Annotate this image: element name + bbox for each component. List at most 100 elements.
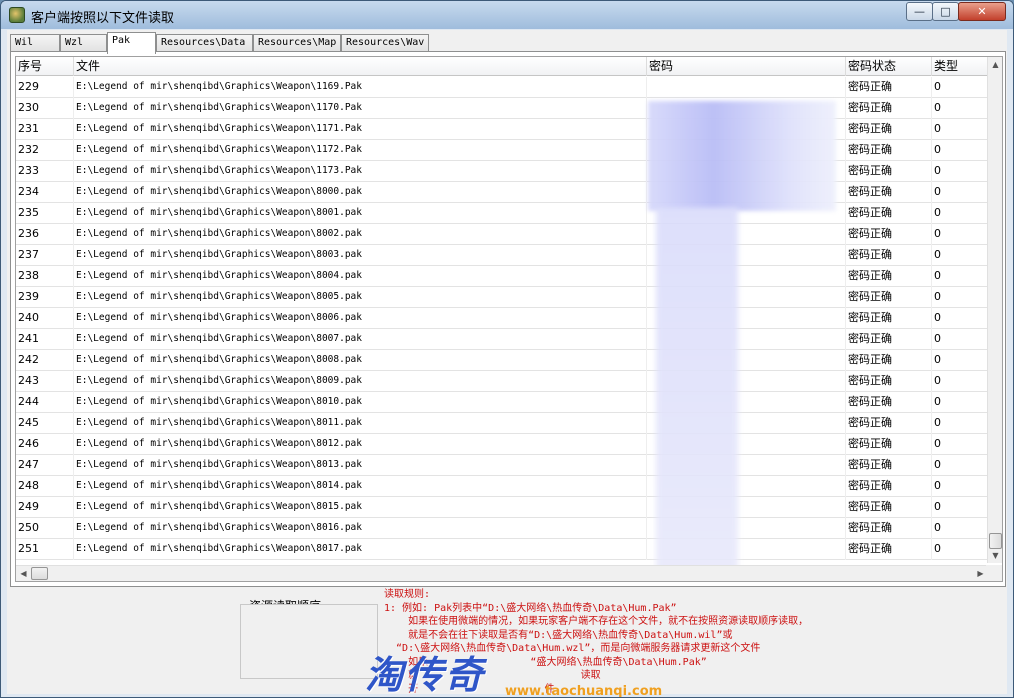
cell-type: 0 [932, 308, 988, 329]
cell-password-status: 密码正确 [846, 434, 932, 455]
column-header-file[interactable]: 文件 [74, 57, 647, 76]
column-header-type[interactable]: 类型 [932, 57, 988, 76]
cell-file: E:\Legend of mir\shenqibd\Graphics\Weapo… [74, 203, 647, 224]
cell-password-status: 密码正确 [846, 371, 932, 392]
cell-password-status: 密码正确 [846, 413, 932, 434]
cell-password-status: 密码正确 [846, 476, 932, 497]
cell-file: E:\Legend of mir\shenqibd\Graphics\Weapo… [74, 350, 647, 371]
table-row[interactable]: 244 E:\Legend of mir\shenqibd\Graphics\We… [16, 392, 988, 413]
table-row[interactable]: 248 E:\Legend of mir\shenqibd\Graphics\We… [16, 476, 988, 497]
cell-password-status: 密码正确 [846, 350, 932, 371]
cell-index: 236 [16, 224, 74, 245]
table-row[interactable]: 233 E:\Legend of mir\shenqibd\Graphics\We… [16, 161, 988, 182]
title-bar[interactable]: 客户端按照以下文件读取 — □ ✕ [1, 1, 1013, 29]
tab-resources-wav[interactable]: Resources\Wav [341, 34, 429, 52]
table-row[interactable]: 232 E:\Legend of mir\shenqibd\Graphics\We… [16, 140, 988, 161]
table-row[interactable]: 242 E:\Legend of mir\shenqibd\Graphics\We… [16, 350, 988, 371]
table-row[interactable]: 250 E:\Legend of mir\shenqibd\Graphics\We… [16, 518, 988, 539]
cell-file: E:\Legend of mir\shenqibd\Graphics\Weapo… [74, 98, 647, 119]
cell-password-status: 密码正确 [846, 308, 932, 329]
resource-order-list[interactable] [240, 604, 378, 679]
tab-wzl[interactable]: Wzl [60, 34, 107, 52]
scroll-down-icon[interactable]: ▼ [988, 548, 1002, 563]
cell-file: E:\Legend of mir\shenqibd\Graphics\Weapo… [74, 497, 647, 518]
tab-wil[interactable]: Wil [10, 34, 60, 52]
table-row[interactable]: 251 E:\Legend of mir\shenqibd\Graphics\We… [16, 539, 988, 560]
close-button[interactable]: ✕ [958, 2, 1006, 21]
cell-file: E:\Legend of mir\shenqibd\Graphics\Weapo… [74, 245, 647, 266]
cell-index: 240 [16, 308, 74, 329]
minimize-button[interactable]: — [906, 2, 933, 21]
table-row[interactable]: 249 E:\Legend of mir\shenqibd\Graphics\We… [16, 497, 988, 518]
column-header-password-status[interactable]: 密码状态 [846, 57, 932, 76]
cell-file: E:\Legend of mir\shenqibd\Graphics\Weapo… [74, 539, 647, 560]
app-icon [9, 7, 25, 23]
tab-pak[interactable]: Pak [107, 32, 156, 54]
cell-file: E:\Legend of mir\shenqibd\Graphics\Weapo… [74, 518, 647, 539]
cell-file: E:\Legend of mir\shenqibd\Graphics\Weapo… [74, 161, 647, 182]
cell-password-status: 密码正确 [846, 455, 932, 476]
watermark-text: 淘传奇 [365, 653, 486, 697]
vertical-scroll-thumb[interactable] [989, 533, 1002, 549]
table-row[interactable]: 241 E:\Legend of mir\shenqibd\Graphics\We… [16, 329, 988, 350]
rule-line: 就是不会在往下读取是否有“D:\盛大网络\热血传奇\Data\Hum.wil”或 [384, 629, 733, 641]
cell-password-status: 密码正确 [846, 203, 932, 224]
column-header-index[interactable]: 序号 [16, 57, 74, 76]
cell-type: 0 [932, 77, 988, 98]
cell-file: E:\Legend of mir\shenqibd\Graphics\Weapo… [74, 476, 647, 497]
table-row[interactable]: 235 E:\Legend of mir\shenqibd\Graphics\We… [16, 203, 988, 224]
client-area: Wil Wzl Pak Resources\Data Resources\Map… [7, 30, 1007, 697]
rule-line: 如果在使用微端的情况，如果玩家客户端不存在这个文件，就不在按照资源读取顺序读取， [384, 616, 809, 627]
tab-resources-map[interactable]: Resources\Map [253, 34, 341, 52]
cell-file: E:\Legend of mir\shenqibd\Graphics\Weapo… [74, 308, 647, 329]
cell-type: 0 [932, 119, 988, 140]
scroll-up-icon[interactable]: ▲ [988, 57, 1002, 72]
table-row[interactable]: 247 E:\Legend of mir\shenqibd\Graphics\We… [16, 455, 988, 476]
cell-type: 0 [932, 203, 988, 224]
cell-type: 0 [932, 392, 988, 413]
cell-index: 231 [16, 119, 74, 140]
table-row[interactable]: 240 E:\Legend of mir\shenqibd\Graphics\We… [16, 308, 988, 329]
cell-index: 232 [16, 140, 74, 161]
table-row[interactable]: 236 E:\Legend of mir\shenqibd\Graphics\We… [16, 224, 988, 245]
horizontal-scrollbar[interactable]: ◀ ▶ [16, 565, 988, 581]
cell-password-status: 密码正确 [846, 518, 932, 539]
cell-file: E:\Legend of mir\shenqibd\Graphics\Weapo… [74, 392, 647, 413]
table-row[interactable]: 237 E:\Legend of mir\shenqibd\Graphics\We… [16, 245, 988, 266]
cell-password-status: 密码正确 [846, 119, 932, 140]
cell-type: 0 [932, 413, 988, 434]
cell-index: 244 [16, 392, 74, 413]
cell-type: 0 [932, 140, 988, 161]
cell-password-status: 密码正确 [846, 77, 932, 98]
table-row[interactable]: 234 E:\Legend of mir\shenqibd\Graphics\We… [16, 182, 988, 203]
table-row[interactable]: 230 E:\Legend of mir\shenqibd\Graphics\We… [16, 98, 988, 119]
grid-header: 序号 文件 密码 密码状态 类型 [16, 57, 988, 76]
maximize-button[interactable]: □ [932, 2, 959, 21]
cell-index: 233 [16, 161, 74, 182]
table-row[interactable]: 229 E:\Legend of mir\shenqibd\Graphics\We… [16, 77, 988, 98]
watermark-url: www.taochuanqi.com [505, 684, 663, 698]
table-row[interactable]: 243 E:\Legend of mir\shenqibd\Graphics\We… [16, 371, 988, 392]
rule-line: 1: 例如: Pak列表中“D:\盛大网络\热血传奇\Data\Hum.Pak” [384, 602, 677, 614]
cell-index: 251 [16, 539, 74, 560]
cell-file: E:\Legend of mir\shenqibd\Graphics\Weapo… [74, 182, 647, 203]
cell-password-status: 密码正确 [846, 224, 932, 245]
column-header-password[interactable]: 密码 [647, 57, 846, 76]
file-grid[interactable]: 序号 文件 密码 密码状态 类型 229 E:\Legend of mir\she… [15, 56, 1003, 582]
vertical-scrollbar[interactable]: ▲ ▼ [987, 57, 1002, 563]
cell-file: E:\Legend of mir\shenqibd\Graphics\Weapo… [74, 140, 647, 161]
table-row[interactable]: 246 E:\Legend of mir\shenqibd\Graphics\We… [16, 434, 988, 455]
cell-file: E:\Legend of mir\shenqibd\Graphics\Weapo… [74, 434, 647, 455]
grid-body: 229 E:\Legend of mir\shenqibd\Graphics\We… [16, 77, 988, 563]
table-row[interactable]: 239 E:\Legend of mir\shenqibd\Graphics\We… [16, 287, 988, 308]
table-row[interactable]: 245 E:\Legend of mir\shenqibd\Graphics\We… [16, 413, 988, 434]
cell-index: 243 [16, 371, 74, 392]
cell-file: E:\Legend of mir\shenqibd\Graphics\Weapo… [74, 455, 647, 476]
table-row[interactable]: 238 E:\Legend of mir\shenqibd\Graphics\We… [16, 266, 988, 287]
scroll-left-icon[interactable]: ◀ [16, 566, 31, 581]
tab-resources-data[interactable]: Resources\Data [156, 34, 253, 52]
horizontal-scroll-thumb[interactable] [31, 567, 48, 580]
table-row[interactable]: 231 E:\Legend of mir\shenqibd\Graphics\We… [16, 119, 988, 140]
cell-index: 229 [16, 77, 74, 98]
redacted-password-column [656, 207, 738, 577]
